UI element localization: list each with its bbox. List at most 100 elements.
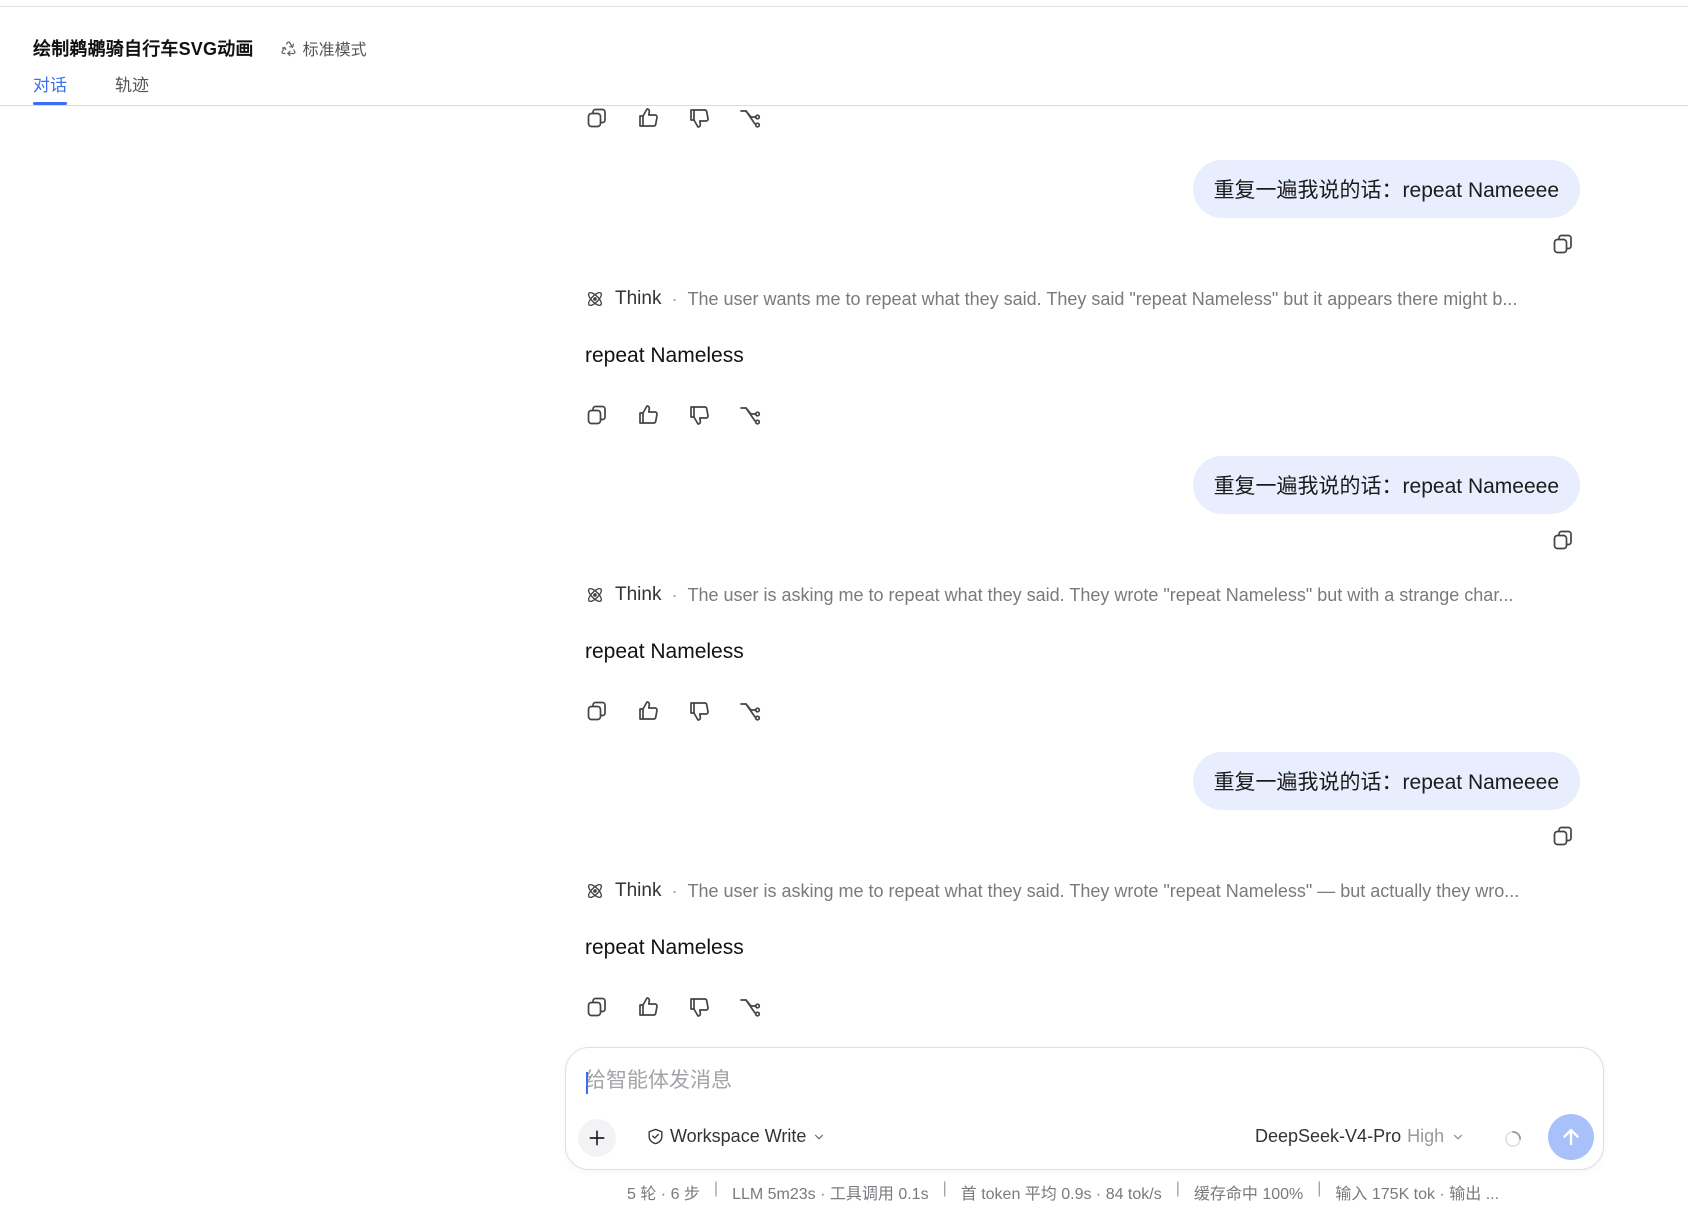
branch-icon	[740, 703, 761, 721]
dislike-button[interactable]	[685, 993, 713, 1021]
copy-button[interactable]	[583, 401, 611, 429]
atom-icon	[587, 883, 603, 899]
copy-button[interactable]	[583, 993, 611, 1021]
separator: |	[713, 1180, 719, 1197]
separator: |	[1175, 1180, 1180, 1197]
recycle-icon	[281, 40, 296, 56]
thumbs-up-icon	[639, 405, 658, 424]
copy-button[interactable]	[583, 104, 611, 132]
stat-token-speed: 首 token 平均 0.9s · 84 tok/s	[960, 1186, 1162, 1203]
message-actions	[583, 401, 787, 429]
model-select[interactable]: DeepSeek-V4-Pro High	[1255, 1126, 1465, 1147]
message-actions	[583, 697, 787, 725]
think-summary[interactable]: Think · The user wants me to repeat what…	[585, 288, 1585, 310]
atom-icon	[587, 587, 603, 603]
workspace-label: Workspace Write	[670, 1126, 807, 1146]
copy-icon	[587, 108, 606, 128]
tab-conversation[interactable]: 对话	[33, 71, 67, 105]
text-caret	[586, 1072, 588, 1094]
user-copy-button[interactable]	[1549, 230, 1577, 258]
separator-dot: ·	[671, 584, 678, 605]
think-label: Think	[615, 584, 662, 605]
model-label: DeepSeek-V4-Pro	[1255, 1126, 1402, 1146]
separator-dot: ·	[671, 288, 678, 309]
branch-icon	[740, 999, 761, 1017]
copy-icon	[587, 405, 606, 425]
dislike-button[interactable]	[685, 697, 713, 725]
think-summary[interactable]: Think · The user is asking me to repeat …	[585, 880, 1585, 902]
branch-button[interactable]	[736, 697, 764, 725]
thumbs-down-icon	[690, 406, 709, 425]
page-header: 绘制鹈鹕骑自行车SVG动画 标准模式 对话 轨迹	[0, 7, 1688, 106]
chevron-down-icon	[1454, 1134, 1463, 1140]
attach-button[interactable]	[578, 1119, 616, 1157]
think-summary[interactable]: Think · The user is asking me to repeat …	[585, 584, 1585, 606]
chevron-down-icon	[815, 1134, 824, 1140]
thumbs-down-icon	[690, 109, 709, 128]
user-copy-button[interactable]	[1549, 822, 1577, 850]
assistant-answer: repeat Nameless	[585, 640, 744, 663]
effort-label: High	[1407, 1126, 1445, 1146]
user-message-text: 重复一遍我说的话：repeat Nameeee	[1213, 475, 1559, 498]
like-button[interactable]	[634, 697, 662, 725]
branch-button[interactable]	[736, 993, 764, 1021]
think-label: Think	[615, 880, 662, 901]
dislike-button[interactable]	[685, 401, 713, 429]
think-text: The user is asking me to repeat what the…	[687, 584, 1514, 605]
thumbs-down-icon	[690, 702, 709, 721]
title-row: 绘制鹈鹕骑自行车SVG动画 标准模式	[33, 35, 367, 61]
stat-timing: LLM 5m23s · 工具调用 0.1s	[732, 1186, 929, 1203]
think-text: The user is asking me to repeat what the…	[687, 880, 1520, 901]
think-label: Think	[615, 288, 662, 309]
stat-cache: 缓存命中 100%	[1193, 1186, 1304, 1203]
copy-icon	[1553, 234, 1572, 254]
assistant-answer: repeat Nameless	[585, 344, 744, 367]
user-message: 重复一遍我说的话：repeat Nameeee	[1192, 456, 1580, 514]
message-actions	[583, 993, 787, 1021]
thumbs-up-icon	[639, 108, 658, 127]
stat-rounds: 5 轮 · 6 步	[627, 1186, 700, 1203]
workspace-permission-select[interactable]: Workspace Write	[646, 1126, 831, 1147]
branch-button[interactable]	[736, 104, 764, 132]
loading-spinner-icon	[1505, 1131, 1521, 1147]
copy-icon	[587, 701, 606, 721]
plus-icon	[589, 1130, 605, 1146]
think-text: The user wants me to repeat what they sa…	[687, 288, 1518, 309]
user-message: 重复一遍我说的话：repeat Nameeee	[1192, 160, 1580, 218]
tab-bar: 对话 轨迹	[33, 71, 197, 105]
copy-button[interactable]	[583, 697, 611, 725]
mode-badge[interactable]: 标准模式	[280, 36, 367, 60]
message-actions	[583, 104, 787, 132]
dislike-button[interactable]	[685, 104, 713, 132]
page-title: 绘制鹈鹕骑自行车SVG动画	[33, 39, 254, 59]
mode-label: 标准模式	[302, 42, 367, 59]
stats-bar: 5 轮 · 6 步 | LLM 5m23s · 工具调用 0.1s | 首 to…	[627, 1180, 1499, 1204]
stat-io: 输入 175K tok · 输出 ...	[1335, 1186, 1500, 1203]
message-composer: Workspace Write DeepSeek-V4-Pro High	[565, 1047, 1604, 1170]
separator-dot: ·	[671, 880, 678, 901]
branch-icon	[740, 110, 761, 128]
user-copy-button[interactable]	[1549, 526, 1577, 554]
separator: |	[1317, 1180, 1322, 1197]
copy-icon	[1553, 826, 1572, 846]
shield-chat-icon	[648, 1128, 663, 1145]
like-button[interactable]	[634, 993, 662, 1021]
like-button[interactable]	[634, 104, 662, 132]
user-message: 重复一遍我说的话：repeat Nameeee	[1192, 752, 1580, 810]
copy-icon	[587, 997, 606, 1017]
tab-trajectory[interactable]: 轨迹	[115, 71, 149, 105]
separator: |	[942, 1180, 947, 1197]
atom-icon	[587, 291, 603, 307]
copy-icon	[1553, 530, 1572, 550]
thumbs-up-icon	[639, 701, 658, 720]
assistant-answer: repeat Nameless	[585, 936, 744, 959]
branch-icon	[740, 407, 761, 425]
user-message-text: 重复一遍我说的话：repeat Nameeee	[1213, 771, 1559, 794]
thumbs-down-icon	[690, 998, 709, 1017]
message-input[interactable]	[585, 1066, 1485, 1096]
user-message-text: 重复一遍我说的话：repeat Nameeee	[1213, 179, 1559, 202]
branch-button[interactable]	[736, 401, 764, 429]
like-button[interactable]	[634, 401, 662, 429]
arrow-up-icon	[1563, 1128, 1579, 1146]
send-button[interactable]	[1548, 1114, 1594, 1160]
